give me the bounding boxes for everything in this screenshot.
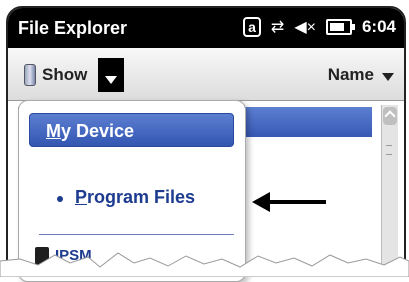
- app-title: File Explorer: [18, 18, 128, 38]
- program-files-label: rogram Files: [87, 187, 196, 207]
- show-button[interactable]: Show: [42, 65, 87, 85]
- clock-time: 6:04: [361, 17, 396, 36]
- device-icon: [24, 64, 36, 86]
- menu-item-my-device[interactable]: My Device: [29, 113, 234, 147]
- sort-chevron-down-icon[interactable]: [382, 73, 394, 81]
- scroll-grip-icon[interactable]: [386, 145, 392, 155]
- menu-item-program-files[interactable]: Program Files: [75, 187, 195, 208]
- my-device-label: y Device: [61, 121, 135, 141]
- callout-arrow-icon: [252, 192, 326, 212]
- torn-edge: [0, 252, 409, 277]
- speaker-mute-icon: ◀×: [294, 19, 316, 36]
- menu-divider: [39, 234, 234, 235]
- battery-icon: [325, 19, 355, 35]
- bullet-icon: [57, 196, 63, 202]
- sort-name-button[interactable]: Name: [328, 65, 374, 85]
- show-dropdown-chevron-icon[interactable]: [98, 58, 124, 92]
- a-keyboard-icon: a: [243, 17, 261, 37]
- program-files-accelerator: P: [75, 187, 88, 207]
- sync-arrows-icon: ⇄: [270, 19, 285, 36]
- scroll-up-icon[interactable]: [383, 107, 397, 125]
- status-icons: a ⇄ ◀× 6:04: [243, 17, 396, 37]
- status-bar: File Explorer a ⇄ ◀× 6:04: [8, 8, 404, 48]
- explorer-toolbar: Show Name: [8, 48, 404, 101]
- my-device-accelerator: M: [46, 121, 61, 141]
